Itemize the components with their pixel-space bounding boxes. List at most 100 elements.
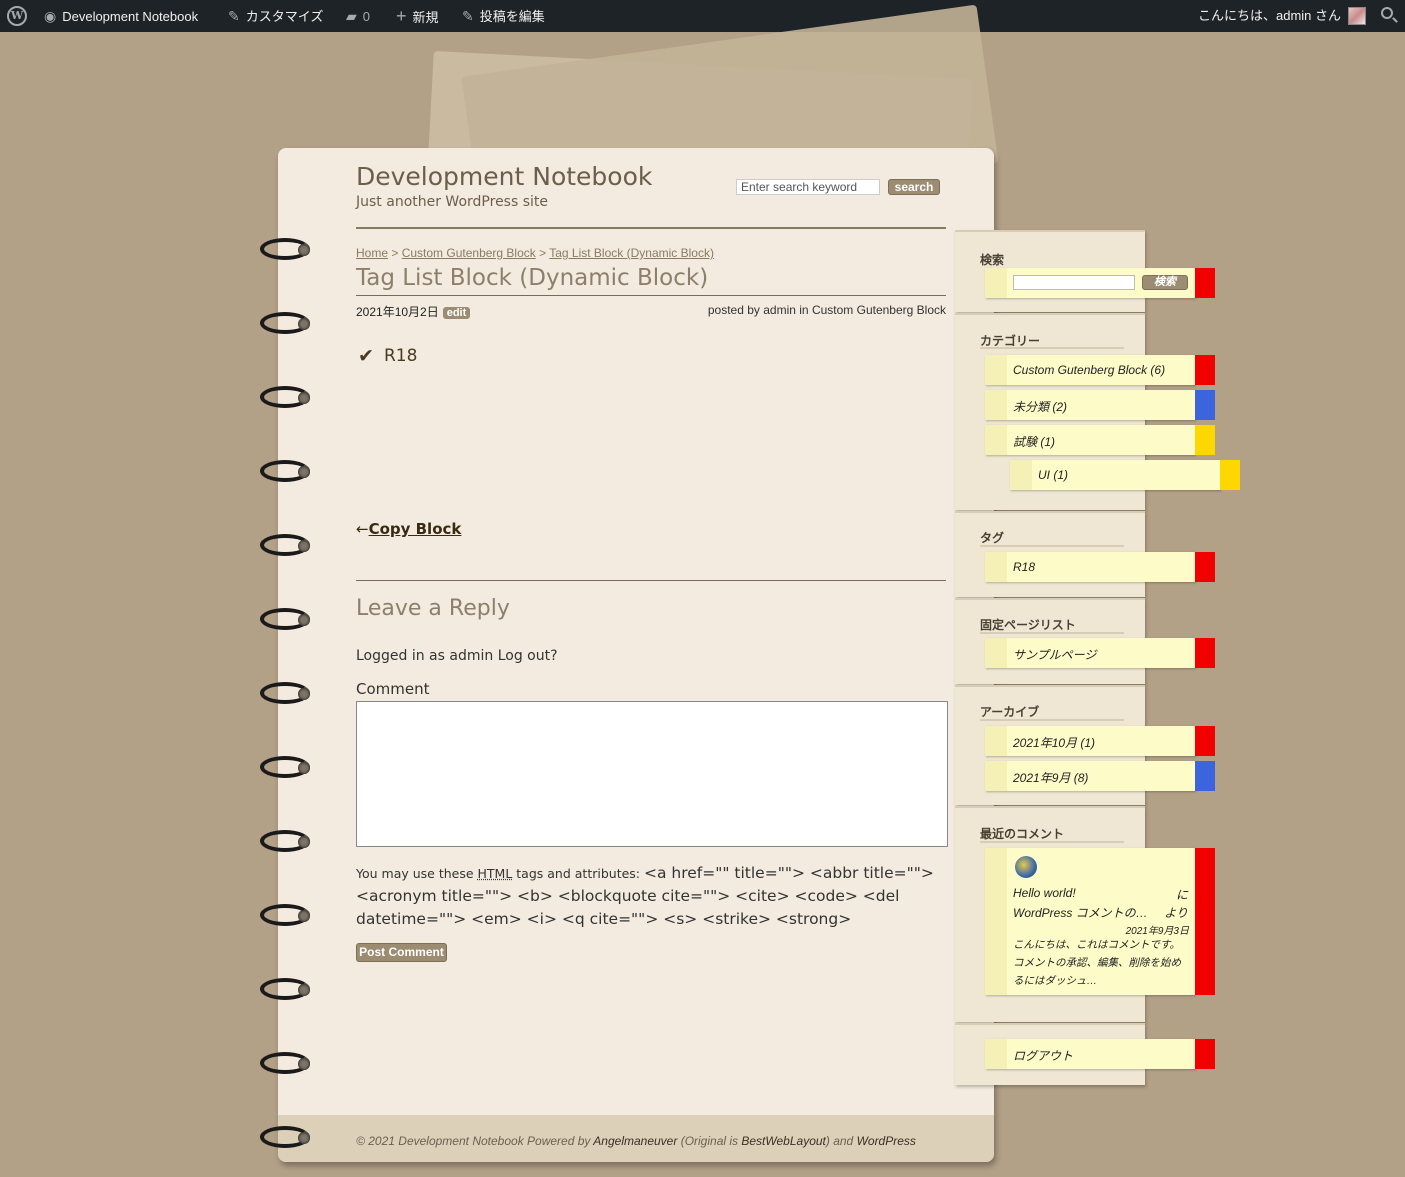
- breadcrumb-category-link[interactable]: Custom Gutenberg Block: [402, 246, 536, 260]
- recent-comment-author-line: WordPress コメントの… より: [1013, 906, 1188, 920]
- avatar[interactable]: [1348, 7, 1366, 25]
- search-input[interactable]: Enter search keyword: [736, 179, 880, 195]
- tab-flag: [1195, 726, 1215, 756]
- recent-comment-header: Hello world! に: [1013, 886, 1188, 902]
- binder-ring: [260, 904, 310, 926]
- page-item[interactable]: サンプルページ: [985, 638, 1215, 668]
- tab-flag: [1195, 355, 1215, 385]
- dashboard-icon: ◉: [44, 8, 57, 24]
- binder-ring: [260, 238, 310, 260]
- widget-title-tags: タグ: [980, 531, 1005, 545]
- breadcrumb: Home > Custom Gutenberg Block > Tag List…: [356, 246, 714, 260]
- tab-flag: [1195, 425, 1215, 455]
- tab-flag: [1195, 638, 1215, 668]
- recent-comment-excerpt: こんにちは、これはコメントです。コメントの承認、編集、削除を始めるにはダッシュ…: [1013, 939, 1181, 987]
- archive-item[interactable]: 2021年10月 (1): [985, 726, 1215, 756]
- header-divider: [356, 227, 946, 229]
- admin-bar-edit-post[interactable]: ✎ 投稿を編集: [462, 0, 545, 32]
- post-date: 2021年10月2日 edit: [356, 303, 471, 320]
- comment-icon: ▰: [346, 8, 357, 24]
- title-divider: [356, 295, 946, 296]
- category-item[interactable]: 試験 (1): [985, 425, 1215, 455]
- tab-flag: [1195, 1039, 1215, 1069]
- tag-item[interactable]: R18: [985, 552, 1215, 582]
- binder-ring: [260, 386, 310, 408]
- widget-divider: [980, 347, 1124, 349]
- archive-item[interactable]: 2021年9月 (8): [985, 761, 1215, 791]
- binder-ring: [260, 682, 310, 704]
- widget-divider: [980, 841, 1124, 843]
- widget-title-search: 検索: [980, 253, 1005, 267]
- binder-ring: [260, 312, 310, 334]
- widget-divider: [980, 632, 1124, 634]
- edit-link[interactable]: edit: [442, 307, 471, 319]
- tab-flag: [1195, 848, 1215, 995]
- search-button[interactable]: search: [888, 179, 940, 195]
- binder-ring: [260, 756, 310, 778]
- tab-flag: [1220, 460, 1240, 490]
- breadcrumb-current-link[interactable]: Tag List Block (Dynamic Block): [549, 246, 714, 260]
- sidebar-search-note: 検索: [985, 268, 1215, 298]
- binder-ring: [260, 460, 310, 482]
- commenter-avatar: [1015, 856, 1037, 878]
- widget-divider: [980, 545, 1124, 547]
- comment-textarea[interactable]: [356, 701, 948, 847]
- footer-wordpress-link[interactable]: WordPress: [857, 1134, 916, 1148]
- wordpress-logo-icon[interactable]: W: [7, 6, 27, 26]
- tab-flag: [1195, 268, 1215, 298]
- tag-list-item[interactable]: R18: [384, 346, 417, 366]
- previous-post-title[interactable]: Copy Block: [369, 520, 462, 538]
- widget-divider: [980, 719, 1124, 721]
- recent-comment-post-link[interactable]: Hello world!: [1013, 886, 1076, 900]
- footer-original-link[interactable]: BestWebLayout: [741, 1134, 826, 1148]
- tab-flag: [1195, 552, 1215, 582]
- widget-title-archives: アーカイブ: [980, 705, 1040, 719]
- admin-bar-site-name[interactable]: ◉ Development Notebook: [44, 0, 198, 32]
- site-title[interactable]: Development Notebook: [356, 162, 652, 191]
- tab-flag: [1195, 390, 1215, 420]
- sidebar-search-button[interactable]: 検索: [1142, 275, 1188, 290]
- breadcrumb-home-link[interactable]: Home: [356, 246, 388, 260]
- post-title: Tag List Block (Dynamic Block): [356, 265, 709, 291]
- recent-comment-item[interactable]: Hello world! に WordPress コメントの… より 2021年…: [985, 848, 1215, 995]
- recent-comment-author[interactable]: WordPress コメントの…: [1013, 906, 1148, 920]
- admin-bar: W ◉ Development Notebook ✎ カスタマイズ ▰ 0 + 新規 ✎…: [0, 0, 1405, 32]
- sidebar-search-input[interactable]: [1013, 275, 1135, 290]
- binder-ring: [260, 534, 310, 556]
- logout-item[interactable]: ログアウト: [985, 1039, 1215, 1069]
- checkmark-icon: ✔: [358, 345, 374, 367]
- post-meta: posted by admin in Custom Gutenberg Bloc…: [707, 303, 946, 317]
- category-link[interactable]: Custom Gutenberg Block: [812, 303, 946, 317]
- category-item[interactable]: Custom Gutenberg Block (6): [985, 355, 1215, 385]
- footer-author-link[interactable]: Angelmaneuver: [593, 1134, 677, 1148]
- author-link[interactable]: admin: [763, 303, 796, 317]
- pencil-icon: ✎: [462, 8, 474, 24]
- comments-divider: [356, 580, 946, 581]
- previous-post-link[interactable]: ←Copy Block: [356, 520, 461, 538]
- admin-bar-customize[interactable]: ✎ カスタマイズ: [228, 0, 323, 32]
- allowed-tags-text: You may use these HTML tags and attribut…: [356, 864, 934, 928]
- recent-comment-date: 2021年9月3日: [1125, 926, 1189, 937]
- category-item[interactable]: UI (1): [1010, 460, 1240, 490]
- admin-bar-comments[interactable]: ▰ 0: [346, 0, 370, 32]
- left-arrow-icon: ←: [356, 520, 369, 538]
- brush-icon: ✎: [228, 8, 240, 24]
- site-footer: © 2021 Development Notebook Powered by A…: [278, 1115, 994, 1162]
- category-item[interactable]: 未分類 (2): [985, 390, 1215, 420]
- binder-ring: [260, 608, 310, 630]
- comment-label: Comment: [356, 680, 430, 698]
- admin-bar-new[interactable]: + 新規: [396, 0, 439, 32]
- admin-bar-greeting[interactable]: こんにちは、admin さん: [1198, 0, 1341, 32]
- widget-title-recent-comments: 最近のコメント: [980, 827, 1065, 841]
- tab-flag: [1195, 761, 1215, 791]
- logged-in-text[interactable]: Logged in as admin Log out?: [356, 648, 558, 664]
- binder-ring: [260, 1052, 310, 1074]
- reply-title: Leave a Reply: [356, 596, 510, 621]
- search-icon[interactable]: [1381, 7, 1393, 19]
- binder-ring: [260, 830, 310, 852]
- post-comment-button[interactable]: Post Comment: [356, 943, 447, 962]
- widget-title-pages: 固定ページリスト: [980, 618, 1076, 632]
- binder-ring: [260, 1126, 310, 1148]
- plus-icon: +: [396, 6, 407, 26]
- site-description: Just another WordPress site: [356, 194, 549, 210]
